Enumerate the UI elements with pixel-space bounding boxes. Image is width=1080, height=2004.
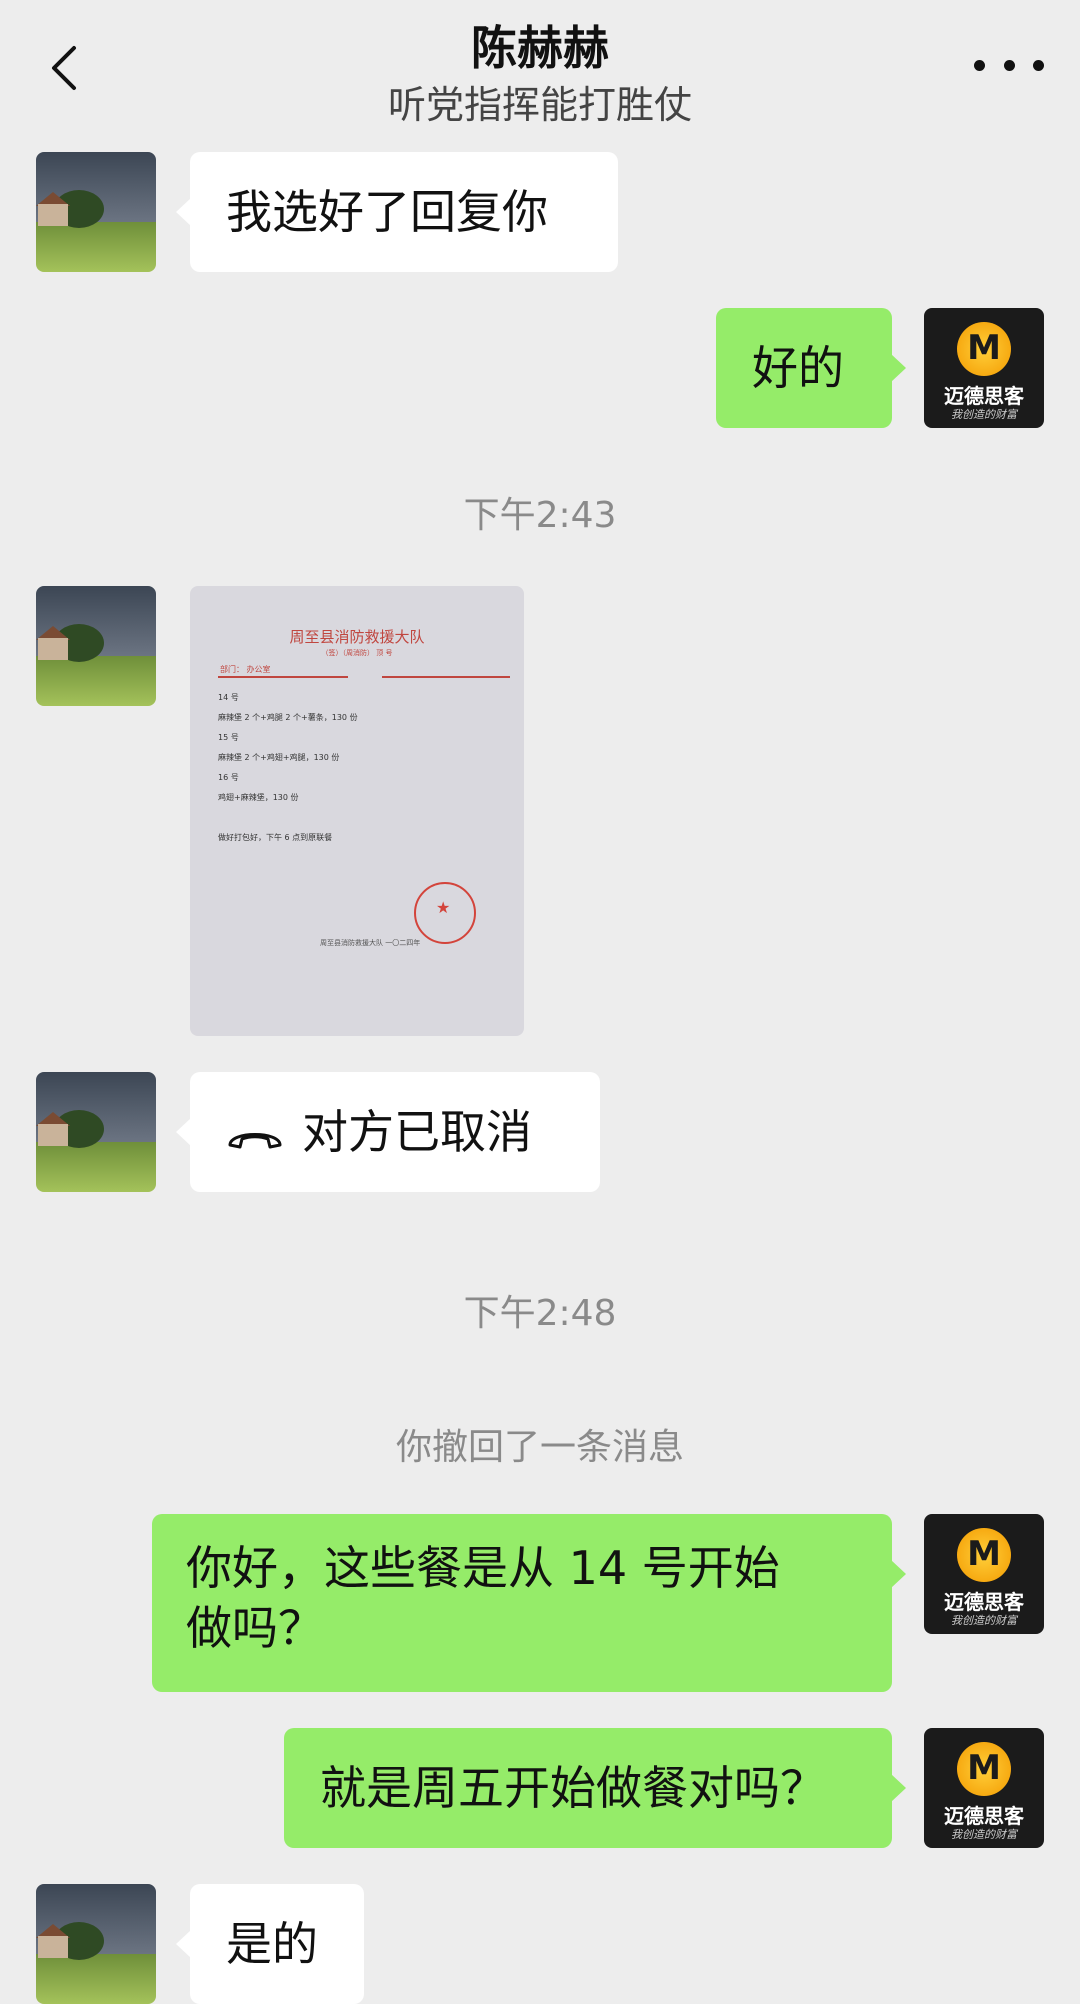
timestamp: 下午2:48 <box>463 1293 617 1334</box>
contact-avatar[interactable] <box>36 1072 156 1192</box>
document-subheading: （签）（周消防） 顶 号 <box>321 649 393 657</box>
chat-header: 陈赫赫 听党指挥能打胜仗 <box>0 0 1080 140</box>
recall-notice: 你撤回了一条消息 <box>395 1427 684 1468</box>
document-heading: 周至县消防救援大队 <box>289 628 425 646</box>
more-options-button[interactable] <box>974 40 1044 90</box>
message-text-line: 做吗？ <box>186 1601 324 1655</box>
document-from: 部门： 办公室 <box>220 665 271 674</box>
brand-name: 迈德思客 <box>944 1590 1024 1614</box>
call-status-text: 对方已取消 <box>302 1105 532 1159</box>
contact-avatar[interactable] <box>36 152 156 272</box>
my-avatar[interactable]: 迈德思客 我创造的财富 <box>924 308 1044 428</box>
brand-slogan: 我创造的财富 <box>951 1828 1017 1841</box>
chat-title: 陈赫赫 <box>471 21 609 75</box>
contact-avatar[interactable] <box>36 586 156 706</box>
message-text: 是的 <box>226 1917 318 1971</box>
message-bubble-incoming[interactable]: 我选好了回复你 <box>176 152 618 272</box>
brand-logo-icon <box>957 1528 1011 1582</box>
message-bubble-incoming[interactable]: 是的 <box>176 1884 364 2004</box>
brand-slogan: 我创造的财富 <box>951 408 1017 421</box>
message-bubble-outgoing[interactable]: 好的 <box>716 308 906 428</box>
phone-hangup-icon <box>228 1132 282 1148</box>
call-record-bubble[interactable]: 对方已取消 <box>176 1072 600 1192</box>
brand-name: 迈德思客 <box>944 1804 1024 1828</box>
brand-logo-icon <box>957 1742 1011 1796</box>
brand-logo-icon <box>957 322 1011 376</box>
message-text: 就是周五开始做餐对吗？ <box>320 1761 826 1815</box>
message-text-line: 你好，这些餐是从 14 号开始 <box>186 1541 780 1595</box>
my-avatar[interactable]: 迈德思客 我创造的财富 <box>924 1728 1044 1848</box>
document-body: 14 号 麻辣堡 2 个+鸡腿 2 个+薯条，130 份 15 号 麻辣堡 2 … <box>218 693 358 842</box>
message-bubble-outgoing[interactable]: 你好，这些餐是从 14 号开始 做吗？ <box>152 1514 906 1692</box>
document-image-message[interactable]: 周至县消防救援大队 （签）（周消防） 顶 号 部门： 办公室 14 号 麻辣堡 … <box>190 586 524 1036</box>
dot-icon <box>1003 59 1015 71</box>
brand-name: 迈德思客 <box>944 384 1024 408</box>
contact-avatar[interactable] <box>36 1884 156 2004</box>
message-text: 好的 <box>752 341 844 395</box>
message-bubble-outgoing[interactable]: 就是周五开始做餐对吗？ <box>284 1728 906 1848</box>
brand-slogan: 我创造的财富 <box>951 1614 1017 1627</box>
document-divider <box>218 676 348 678</box>
my-avatar[interactable]: 迈德思客 我创造的财富 <box>924 1514 1044 1634</box>
message-text: 我选好了回复你 <box>226 185 548 239</box>
chat-subtitle: 听党指挥能打胜仗 <box>387 83 692 127</box>
official-seal-icon <box>414 882 476 944</box>
dot-icon <box>974 59 985 71</box>
timestamp: 下午2:43 <box>463 495 617 536</box>
document-footer: 周至县消防救援大队 一〇二四年 <box>320 939 421 947</box>
document-divider <box>382 676 510 678</box>
dot-icon <box>1033 59 1044 71</box>
